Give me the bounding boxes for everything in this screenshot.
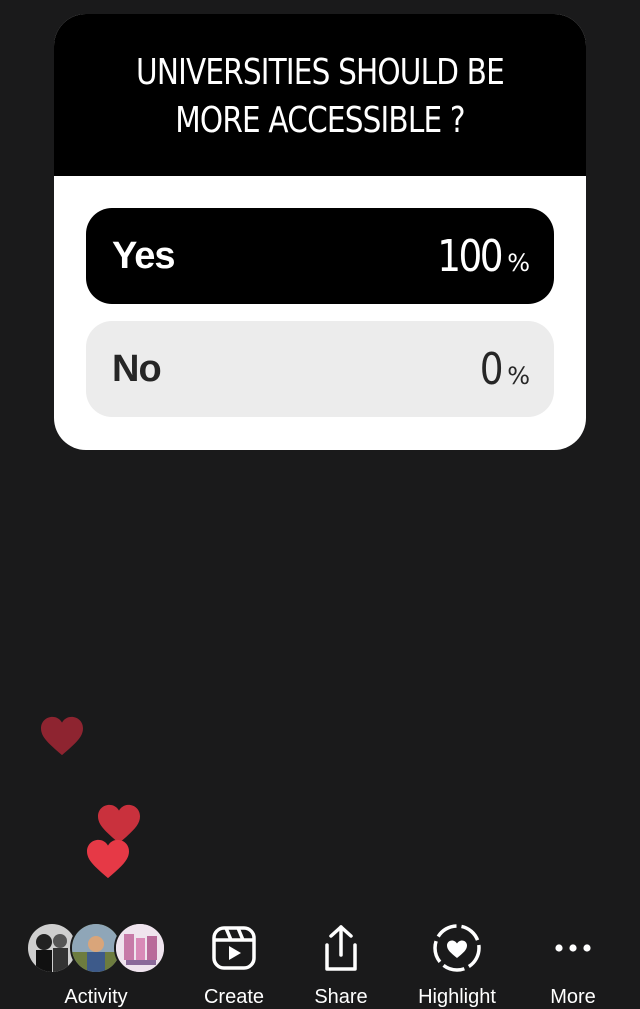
highlight-label: Highlight [418,986,496,1008]
poll-sticker: UNIVERSITIES SHOULD BE MORE ACCESSIBLE ?… [54,14,586,450]
more-button[interactable] [543,920,603,976]
poll-question-line-1: UNIVERSITIES SHOULD BE [136,52,505,93]
poll-option-label: No [112,347,162,390]
heart-icon [41,716,83,756]
poll-question: UNIVERSITIES SHOULD BE MORE ACCESSIBLE ? [131,49,508,145]
poll-option-percent-value: 100 [437,230,503,282]
share-button[interactable] [311,920,371,976]
poll-option-percent: 100 % [426,231,530,282]
percent-sign: % [507,361,530,390]
poll-options: Yes 100 % No 0 % [54,176,586,417]
highlight-button[interactable] [427,920,487,976]
share-icon [325,925,357,971]
poll-option-yes[interactable]: Yes 100 % [86,208,554,304]
percent-sign: % [507,248,530,277]
heart-icon [87,839,129,879]
story-bottom-bar: Create Share Highlight More Activity [0,920,640,1008]
reels-icon [212,926,256,970]
activity-label: Activity [64,986,128,1008]
create-label: Create [203,986,265,1008]
poll-option-label: Yes [112,234,176,277]
share-label: Share [314,986,368,1008]
more-label: More [550,986,596,1008]
highlight-heart-icon [433,924,481,972]
poll-option-percent: 0 % [476,344,530,395]
create-button[interactable] [204,920,264,976]
poll-option-percent-value: 0 [479,343,504,395]
poll-header: UNIVERSITIES SHOULD BE MORE ACCESSIBLE ? [54,14,586,176]
poll-option-no[interactable]: No 0 % [86,321,554,417]
viewer-avatars[interactable] [26,922,171,974]
avatar [114,922,166,974]
more-dots-icon [555,944,591,952]
poll-question-line-2: MORE ACCESSIBLE ? [175,100,465,141]
